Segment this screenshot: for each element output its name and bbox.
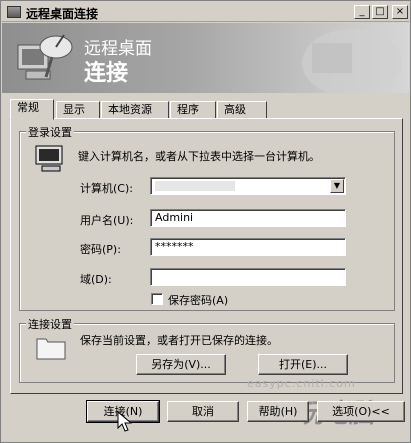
- mouse-cursor-icon: [117, 411, 133, 432]
- remote-desktop-window: 远程桌面连接 _ □ × 远程桌面 连接 常规 显示 本地资源 程序 高级 登录…: [0, 0, 411, 443]
- tab-local-resources[interactable]: 本地资源: [101, 101, 169, 119]
- help-button[interactable]: 帮助(H): [247, 401, 309, 422]
- connection-settings-title: 连接设置: [26, 316, 74, 332]
- tab-advanced[interactable]: 高级: [217, 101, 267, 119]
- username-label: 用户名(U):: [80, 214, 134, 227]
- computer-dish-icon: [17, 34, 73, 80]
- collapse-arrow-icon: <<: [371, 405, 390, 418]
- tab-programs[interactable]: 程序: [170, 101, 216, 119]
- chevron-down-icon[interactable]: ▼: [330, 179, 344, 193]
- minimize-button[interactable]: _: [354, 5, 370, 19]
- login-settings-group: 登录设置 键入计算机名，或者从下拉表中选择一台计算机。 计算机(C): ▼ 用户…: [19, 124, 395, 311]
- login-settings-title: 登录设置: [26, 124, 74, 140]
- banner-title: 连接: [84, 61, 129, 86]
- tab-display[interactable]: 显示: [56, 101, 100, 119]
- connection-settings-group: 连接设置 保存当前设置，或者打开已保存的连接。 另存为(V)... 打开(E).…: [19, 316, 395, 383]
- computer-combobox[interactable]: ▼: [150, 177, 346, 195]
- domain-label: 域(D):: [80, 273, 112, 286]
- tab-general[interactable]: 常规: [10, 99, 54, 120]
- password-field[interactable]: *******: [150, 238, 346, 256]
- connection-description: 保存当前设置，或者打开已保存的连接。: [80, 334, 278, 347]
- folder-icon: [36, 338, 66, 360]
- open-button[interactable]: 打开(E)...: [258, 354, 348, 375]
- save-password-checkbox[interactable]: [151, 293, 163, 305]
- banner-watermark-graphic: [302, 29, 402, 93]
- username-field[interactable]: Admini: [150, 209, 346, 227]
- computer-label: 计算机(C):: [80, 182, 133, 195]
- maximize-button[interactable]: □: [372, 5, 388, 19]
- password-label: 密码(P):: [80, 243, 121, 256]
- cancel-button[interactable]: 取消: [167, 401, 239, 422]
- window-title: 远程桌面连接: [26, 7, 99, 21]
- login-instruction: 键入计算机名，或者从下拉表中选择一台计算机。: [78, 150, 320, 163]
- save-as-button[interactable]: 另存为(V)...: [136, 354, 226, 375]
- options-button[interactable]: 选项(O)<<: [317, 401, 405, 422]
- title-bar[interactable]: 远程桌面连接 _ □ ×: [2, 2, 409, 22]
- close-button[interactable]: ×: [392, 5, 408, 19]
- tab-panel-general: 登录设置 键入计算机名，或者从下拉表中选择一台计算机。 计算机(C): ▼ 用户…: [10, 118, 403, 394]
- computer-selection-highlight: [155, 181, 235, 191]
- domain-field[interactable]: [150, 268, 346, 286]
- save-password-label[interactable]: 保存密码(A): [168, 292, 228, 308]
- remote-desktop-icon: [7, 6, 21, 18]
- banner: 远程桌面 连接: [2, 23, 409, 93]
- computer-icon: [35, 145, 63, 172]
- watermark-site: easypc.cnitl.com: [247, 377, 356, 390]
